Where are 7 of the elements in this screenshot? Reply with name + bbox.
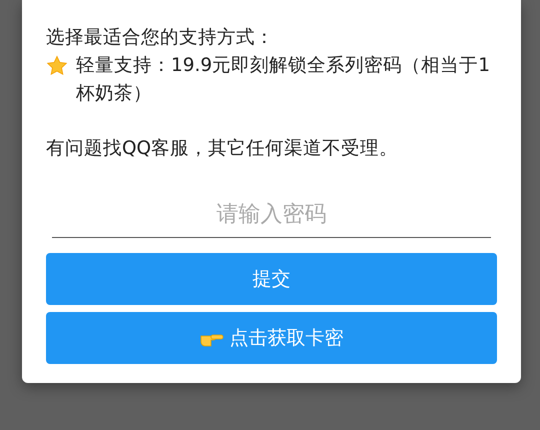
support-option-text: 轻量支持：19.9元即刻解锁全系列密码（相当于1杯奶茶） [76,54,491,106]
star-icon [46,55,68,77]
password-field[interactable]: 请输入密码 [52,191,491,238]
submit-button[interactable]: 提交 [46,253,497,305]
contact-notice-text: 有问题找QQ客服，其它任何渠道不受理。 [46,137,400,161]
get-card-key-button[interactable]: 点击获取卡密 [46,312,497,364]
instruction-text: 选择最适合您的支持方式： [46,26,275,50]
